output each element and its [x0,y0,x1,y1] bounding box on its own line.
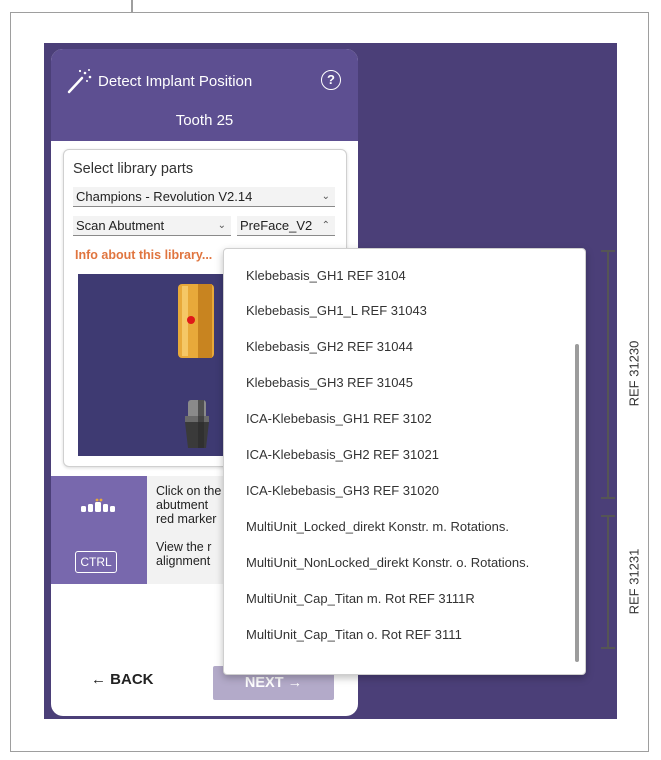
list-item[interactable]: ICA-Klebebasis_GH3 REF 31020 [246,483,439,498]
list-item[interactable]: ICA-Klebebasis_GH2 REF 31021 [246,447,439,462]
magic-wand-icon [67,69,92,94]
library-select[interactable]: Champions - Revolution V2.14 ⌄ [73,187,335,207]
panel-title: Detect Implant Position [98,73,253,90]
list-item[interactable]: MultiUnit_NonLocked_direkt Konstr. o. Ro… [246,555,529,570]
list-item[interactable]: Klebebasis_GH1_L REF 31043 [246,303,427,318]
bracket-1-cap-bottom [601,497,615,499]
library-section-title: Select library parts [73,161,194,177]
bracket-1-label: REF 31230 [626,340,642,407]
list-item[interactable]: Klebebasis_GH2 REF 31044 [246,339,413,354]
part-type-value: Scan Abutment [76,218,165,233]
bracket-2-line [607,515,609,648]
variant-select[interactable]: PreFace_V2 ⌃ [237,216,335,236]
list-item[interactable]: MultiUnit_Cap_Titan o. Rot REF 3111 [246,627,462,642]
ctrl-key-icon: CTRL [75,551,117,573]
panel-header: Detect Implant Position ? Tooth 25 [51,49,358,141]
bracket-1-cap-top [601,250,615,252]
back-button[interactable]: ← BACK [91,671,154,688]
library-select-value: Champions - Revolution V2.14 [76,189,253,204]
scrollbar-thumb[interactable] [575,344,579,662]
chevron-up-icon: ⌃ [321,220,330,231]
variant-dropdown-list: Klebebasis_GH1 REF 3104 Klebebasis_GH1_L… [223,248,586,675]
bracket-2-cap-top [601,515,615,517]
variant-value: PreFace_V2 [240,218,313,233]
chevron-down-icon: ⌄ [321,191,330,202]
frame-tick [131,0,133,12]
bracket-2-cap-bottom [601,647,615,649]
list-item[interactable]: Klebebasis_GH1 REF 3104 [246,268,406,283]
help-sidebar: CTRL [51,476,147,584]
help-text-view: View the r alignment [156,540,212,568]
bracket-1-line [607,250,609,498]
chevron-down-icon: ⌄ [217,220,226,231]
part-type-select[interactable]: Scan Abutment ⌄ [73,216,231,236]
bracket-2-label: REF 31231 [626,548,642,615]
list-item[interactable]: Klebebasis_GH3 REF 31045 [246,375,413,390]
implant-preview-image [178,284,214,448]
help-text-click: Click on the abutment red marker [156,484,222,526]
teeth-icon [81,498,115,512]
library-info-link[interactable]: Info about this library... [75,248,212,262]
list-item[interactable]: MultiUnit_Locked_direkt Konstr. m. Rotat… [246,519,509,534]
tooth-label: Tooth 25 [175,112,234,129]
list-item[interactable]: MultiUnit_Cap_Titan m. Rot REF 3111R [246,591,475,606]
help-icon[interactable]: ? [321,70,341,90]
list-item[interactable]: ICA-Klebebasis_GH1 REF 3102 [246,411,432,426]
